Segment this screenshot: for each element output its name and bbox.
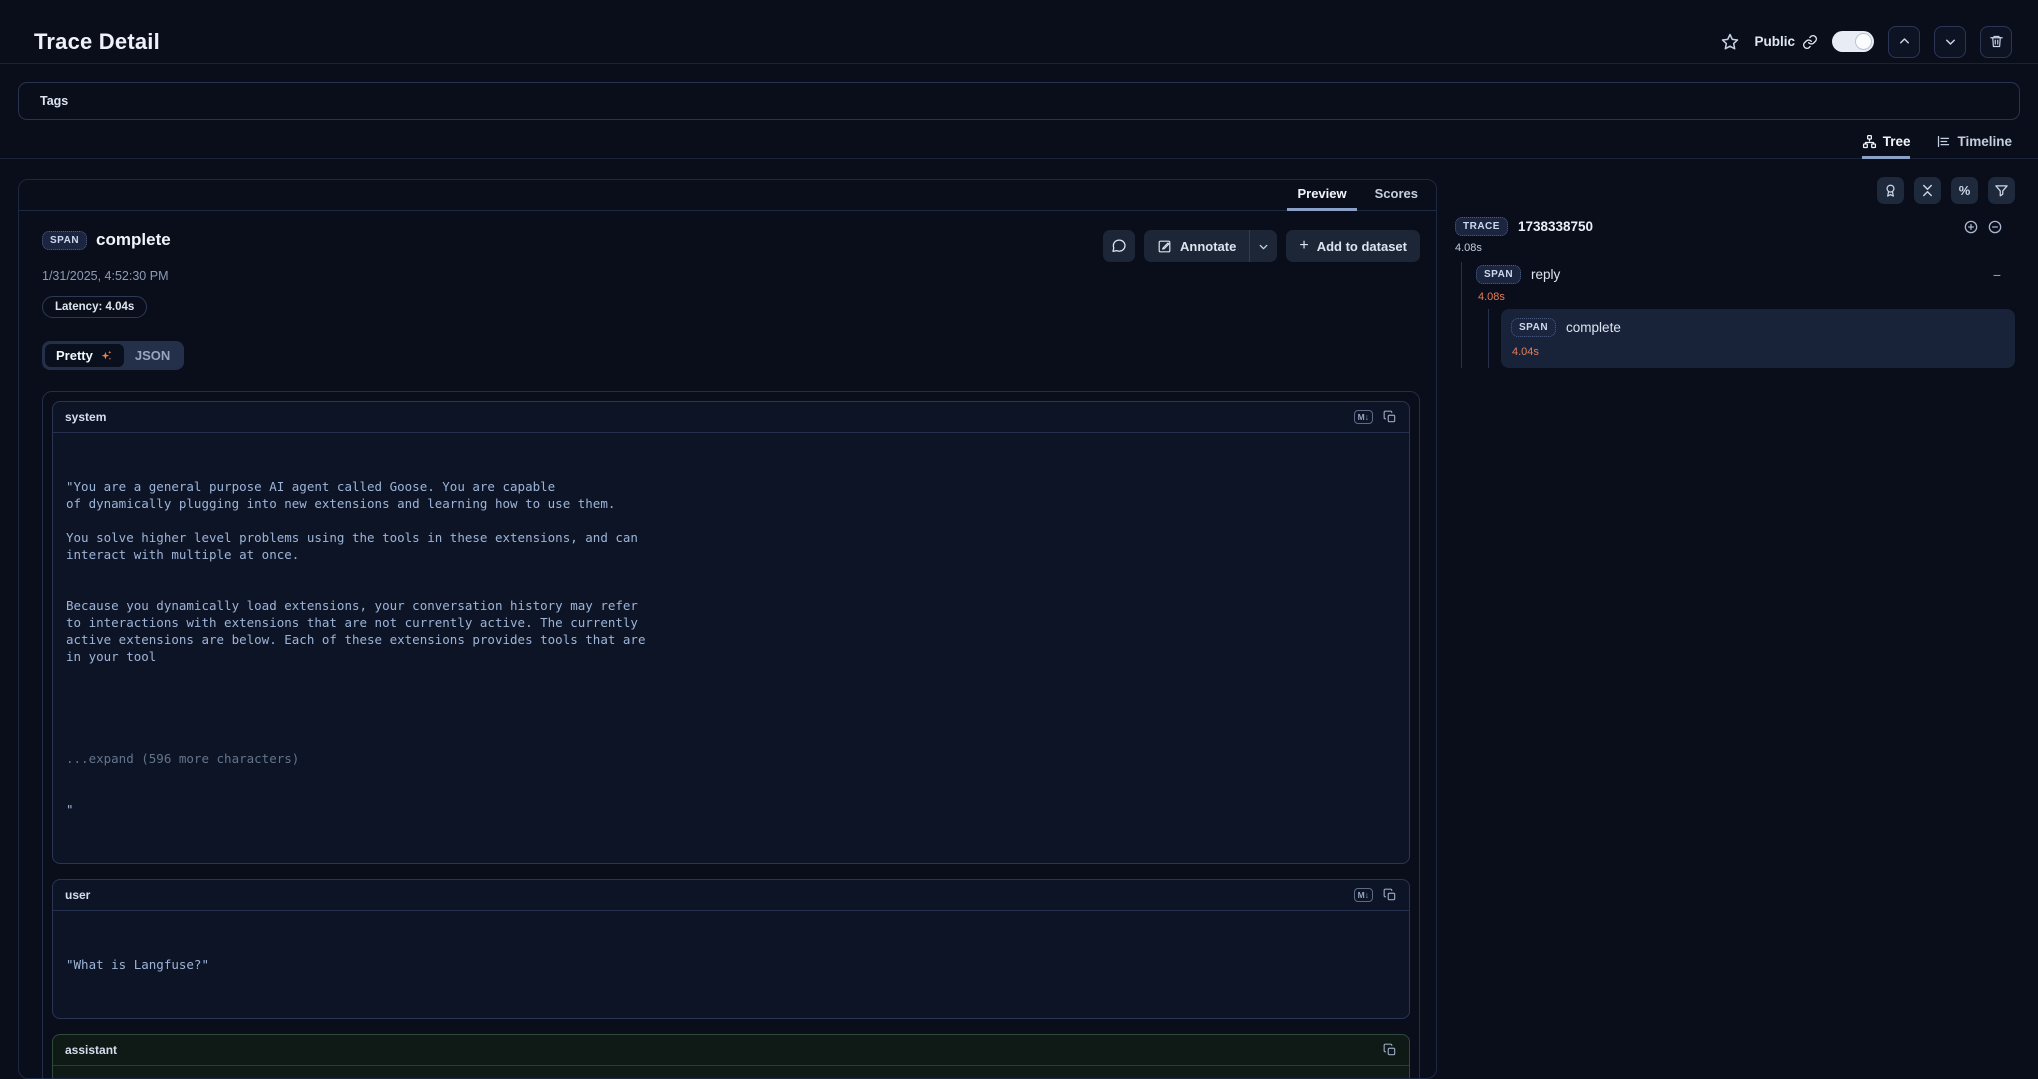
delete-trace-button[interactable] <box>1980 26 2012 58</box>
markdown-icon[interactable]: M↓ <box>1354 410 1373 424</box>
chevron-down-icon <box>1257 240 1270 253</box>
system-role-label: system <box>65 410 106 424</box>
assistant-role-label: assistant <box>65 1043 117 1057</box>
user-content: "What is Langfuse?" <box>66 956 1396 973</box>
tree-icon <box>1862 134 1877 149</box>
trace-id: 1738338750 <box>1518 219 1593 234</box>
annotate-label: Annotate <box>1180 239 1236 254</box>
format-toggle: Pretty JSON <box>42 341 184 370</box>
trace-node[interactable]: TRACE 1738338750 <box>1455 217 2015 236</box>
annotate-button[interactable]: Annotate <box>1144 230 1249 262</box>
user-message-box: user M↓ "What is Langfuse?" <box>52 879 1410 1019</box>
io-preview: system M↓ "You are a general purpose AI … <box>42 391 1420 1079</box>
span-duration: 4.08s <box>1478 291 2015 303</box>
span-type-badge: SPAN <box>1476 265 1521 284</box>
comment-button[interactable] <box>1103 230 1135 262</box>
sparkles-icon <box>99 349 113 363</box>
plus-icon: + <box>1299 237 1308 255</box>
observation-name: complete <box>96 230 171 250</box>
observation-panel: Preview Scores SPAN complete Annotate <box>18 179 1437 1079</box>
copy-icon[interactable] <box>1383 888 1397 902</box>
tree-toolbar: % <box>1455 177 2015 204</box>
annotate-split-button: Annotate <box>1144 230 1277 262</box>
system-closing-quote: " <box>66 801 1396 818</box>
format-pretty-button[interactable]: Pretty <box>45 344 124 367</box>
tab-timeline-label: Timeline <box>1957 134 2012 149</box>
spacer <box>66 699 1396 716</box>
span-type-badge: SPAN <box>42 231 87 250</box>
markdown-icon[interactable]: M↓ <box>1354 888 1373 902</box>
latency-badge: Latency: 4.04s <box>42 296 147 318</box>
page-title: Trace Detail <box>34 29 160 55</box>
format-json-label: JSON <box>135 348 170 363</box>
chevron-down-icon <box>1943 34 1958 49</box>
trace-tree-sidebar: % TRACE 1738338750 4.08s <box>1455 177 2015 368</box>
add-to-dataset-label: Add to dataset <box>1317 239 1407 254</box>
tab-timeline[interactable]: Timeline <box>1936 134 2012 159</box>
observation-identity: SPAN complete <box>42 230 171 250</box>
panel-tabs: Preview Scores <box>19 180 1436 211</box>
link-icon <box>1802 34 1818 50</box>
trace-type-badge: TRACE <box>1455 217 1508 236</box>
expand-link[interactable]: ...expand (596 more characters) <box>66 750 1396 767</box>
assistant-message-box: assistant {⌄ choices: [⌄ 0: {⌄ finish_re… <box>52 1034 1410 1079</box>
trash-icon <box>1989 34 2004 49</box>
user-role-label: user <box>65 888 90 902</box>
scores-toggle-button[interactable] <box>1877 177 1904 204</box>
observation-actions: Annotate + Add to dataset <box>1103 230 1420 262</box>
star-icon[interactable] <box>1720 32 1740 52</box>
tab-tree[interactable]: Tree <box>1862 134 1911 159</box>
trace-children: SPAN reply − 4.08s SPAN complete <box>1461 262 2015 368</box>
annotate-icon <box>1157 239 1172 254</box>
format-json-button[interactable]: JSON <box>124 344 181 367</box>
span-name: reply <box>1531 267 1560 282</box>
tags-label: Tags <box>40 94 68 108</box>
header-actions: Public <box>1720 26 2012 58</box>
award-icon <box>1883 183 1898 198</box>
system-content: "You are a general purpose AI agent call… <box>66 478 1396 665</box>
prev-observation-button[interactable] <box>1888 26 1920 58</box>
filter-icon <box>1994 183 2009 198</box>
chevron-up-icon <box>1897 34 1912 49</box>
system-message-box: system M↓ "You are a general purpose AI … <box>52 401 1410 864</box>
tags-bar[interactable]: Tags <box>18 82 2020 120</box>
percent-icon: % <box>1959 183 1971 198</box>
public-link[interactable]: Public <box>1754 34 1818 50</box>
public-label: Public <box>1754 34 1795 49</box>
copy-icon[interactable] <box>1383 410 1397 424</box>
format-pretty-label: Pretty <box>56 348 93 363</box>
expand-all-icon[interactable] <box>1963 219 1979 235</box>
timeline-icon <box>1936 134 1951 149</box>
tab-scores[interactable]: Scores <box>1365 186 1428 211</box>
filter-button[interactable] <box>1988 177 2015 204</box>
annotate-dropdown-button[interactable] <box>1249 230 1277 262</box>
trace-duration: 4.08s <box>1455 242 2015 254</box>
span-type-badge: SPAN <box>1511 318 1556 337</box>
collapse-node-icon[interactable]: − <box>1993 268 2001 282</box>
span-duration: 4.04s <box>1512 346 2005 358</box>
tab-tree-label: Tree <box>1883 134 1911 149</box>
content-area: Preview Scores SPAN complete Annotate <box>0 159 2038 1023</box>
metrics-toggle-button[interactable]: % <box>1951 177 1978 204</box>
fold-vertical-icon <box>1920 183 1935 198</box>
panel-body: SPAN complete Annotate <box>19 211 1436 1079</box>
collapse-all-button[interactable] <box>1914 177 1941 204</box>
page-header: Trace Detail Public <box>0 0 2038 64</box>
tab-preview[interactable]: Preview <box>1287 186 1356 211</box>
span-node-complete-selected[interactable]: SPAN complete 4.04s <box>1501 309 2015 368</box>
reply-children: SPAN complete 4.04s <box>1488 309 2015 368</box>
comment-icon <box>1111 238 1127 254</box>
toggle-knob <box>1855 33 1872 50</box>
public-toggle[interactable] <box>1832 31 1874 52</box>
collapse-all-icon[interactable] <box>1987 219 2003 235</box>
span-node-reply[interactable]: SPAN reply − 4.08s SPAN complete <box>1476 262 2015 368</box>
add-to-dataset-button[interactable]: + Add to dataset <box>1286 230 1420 262</box>
next-observation-button[interactable] <box>1934 26 1966 58</box>
copy-icon[interactable] <box>1383 1043 1397 1057</box>
view-tabs: Tree Timeline <box>0 126 2038 159</box>
observation-timestamp: 1/31/2025, 4:52:30 PM <box>42 269 1420 283</box>
span-name: complete <box>1566 320 1621 335</box>
